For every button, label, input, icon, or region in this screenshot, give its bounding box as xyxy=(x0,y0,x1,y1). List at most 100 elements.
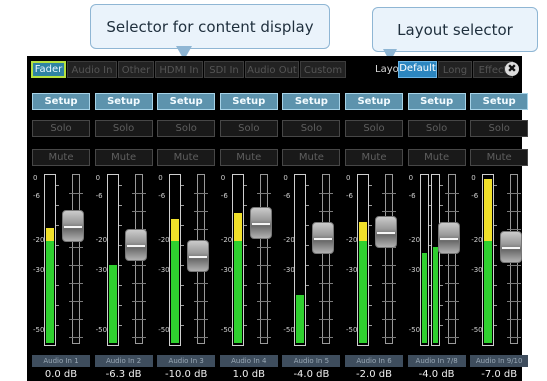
scale-label: -50 xyxy=(408,326,421,334)
scale-label: -30 xyxy=(471,266,483,274)
tab-audio-in[interactable]: Audio In xyxy=(67,61,117,78)
solo-button[interactable]: Solo xyxy=(157,120,216,137)
fader-tick xyxy=(444,193,459,194)
layout-long[interactable]: Long xyxy=(438,61,472,78)
meter-tick xyxy=(56,185,59,186)
meter-green-segment xyxy=(46,241,54,343)
meter-tick xyxy=(118,205,122,206)
fader-tick xyxy=(69,265,83,266)
level-meter xyxy=(231,174,247,346)
fader-track[interactable] xyxy=(382,174,396,344)
setup-button[interactable]: Setup xyxy=(219,93,278,110)
solo-button[interactable]: Solo xyxy=(470,120,529,137)
fader-tick xyxy=(194,211,209,212)
fader-knob[interactable] xyxy=(62,210,84,242)
meter-area: 0 -6 -20 -30 -50 xyxy=(470,174,528,354)
scale-label: -20 xyxy=(33,236,45,244)
setup-button[interactable]: Setup xyxy=(407,93,466,110)
close-icon[interactable]: ✖ xyxy=(505,62,519,76)
scale-label: 0 xyxy=(408,174,414,182)
mute-button[interactable]: Mute xyxy=(345,149,403,166)
scale-label: -6 xyxy=(283,192,291,200)
solo-button[interactable]: Solo xyxy=(345,120,403,137)
level-meter xyxy=(106,174,122,346)
scale-label: 0 xyxy=(346,174,351,182)
fader-knob-line xyxy=(64,226,82,228)
scale-label: -50 xyxy=(283,326,295,334)
fader-tick xyxy=(507,301,522,302)
fader-tick xyxy=(69,319,83,320)
fader-knob[interactable] xyxy=(124,228,147,261)
setup-button[interactable]: Setup xyxy=(345,93,403,110)
setup-button[interactable]: Setup xyxy=(94,93,153,110)
mute-button[interactable]: Mute xyxy=(32,149,90,166)
fader-track[interactable] xyxy=(444,174,459,344)
meter-green-segment xyxy=(359,241,367,343)
scale-label: -50 xyxy=(346,326,358,334)
channel-strip: Setup Solo Mute 0 -6 -20 -30 -50 Audio In 7/8 -4.… xyxy=(407,89,466,381)
mute-button[interactable]: Mute xyxy=(219,149,278,166)
meter-tick xyxy=(306,305,310,306)
solo-button[interactable]: Solo xyxy=(32,120,90,137)
level-meter xyxy=(430,174,443,346)
mute-button[interactable]: Mute xyxy=(94,149,153,166)
fader-track[interactable] xyxy=(256,174,271,344)
fader-knob-line xyxy=(502,247,521,249)
fader-knob-line xyxy=(314,238,333,240)
tab-other[interactable]: Other xyxy=(118,61,154,78)
scale-label: -30 xyxy=(220,266,233,274)
tab-custom[interactable]: Custom xyxy=(300,61,346,78)
scale-label: -50 xyxy=(471,326,483,334)
fader-knob[interactable] xyxy=(375,216,397,248)
mute-button[interactable]: Mute xyxy=(470,149,529,166)
layout-default[interactable]: Default xyxy=(398,61,437,78)
meter-yellow-segment xyxy=(359,222,367,241)
scale-label: -6 xyxy=(158,192,166,200)
scale-label: -30 xyxy=(95,266,108,274)
meter-green-segment xyxy=(233,241,242,343)
tab-fader[interactable]: Fader xyxy=(31,61,66,78)
setup-button[interactable]: Setup xyxy=(470,93,529,110)
tab-audio-out[interactable]: Audio Out xyxy=(245,61,299,78)
tab-sdi-in[interactable]: SDI In xyxy=(204,61,244,78)
tab-hdmi-in[interactable]: HDMI In xyxy=(155,61,203,78)
solo-button[interactable]: Solo xyxy=(94,120,153,137)
fader-knob-line xyxy=(189,256,208,258)
level-meter xyxy=(44,174,59,346)
fader-knob[interactable] xyxy=(437,222,460,254)
meter-tick xyxy=(181,205,185,206)
meter-tick xyxy=(439,285,443,286)
setup-button[interactable]: Setup xyxy=(157,93,216,110)
scale-label: -30 xyxy=(158,266,170,274)
channel-strip: Setup Solo Mute 0 -6 -20 -30 -50 Audio In 3 -10.0… xyxy=(157,89,216,381)
fader-tick xyxy=(194,337,209,338)
fader-tick xyxy=(131,211,146,212)
channel-name: Audio In 2 xyxy=(94,355,153,367)
fader-knob[interactable] xyxy=(312,222,335,254)
fader-track[interactable] xyxy=(319,174,334,344)
fader-tick xyxy=(69,247,83,248)
fader-track[interactable] xyxy=(69,174,83,344)
mute-button[interactable]: Mute xyxy=(282,149,341,166)
solo-button[interactable]: Solo xyxy=(407,120,466,137)
fader-tick xyxy=(131,301,146,302)
solo-button[interactable]: Solo xyxy=(282,120,341,137)
fader-tick xyxy=(507,265,522,266)
fader-tick xyxy=(69,283,83,284)
scale-label: -50 xyxy=(95,326,108,334)
setup-button[interactable]: Setup xyxy=(32,93,90,110)
fader-tick xyxy=(444,283,459,284)
fader-tick xyxy=(131,193,146,194)
fader-tick xyxy=(507,283,522,284)
meter-green-segment xyxy=(171,241,180,343)
setup-button[interactable]: Setup xyxy=(282,93,341,110)
scale-label: -6 xyxy=(33,192,40,200)
fader-knob[interactable] xyxy=(500,231,523,263)
meter-tick xyxy=(118,245,122,246)
mute-button[interactable]: Mute xyxy=(407,149,466,166)
mute-button[interactable]: Mute xyxy=(157,149,216,166)
fader-knob[interactable] xyxy=(249,207,272,239)
scale-label: -50 xyxy=(158,326,170,334)
fader-knob[interactable] xyxy=(187,240,210,272)
solo-button[interactable]: Solo xyxy=(219,120,278,137)
